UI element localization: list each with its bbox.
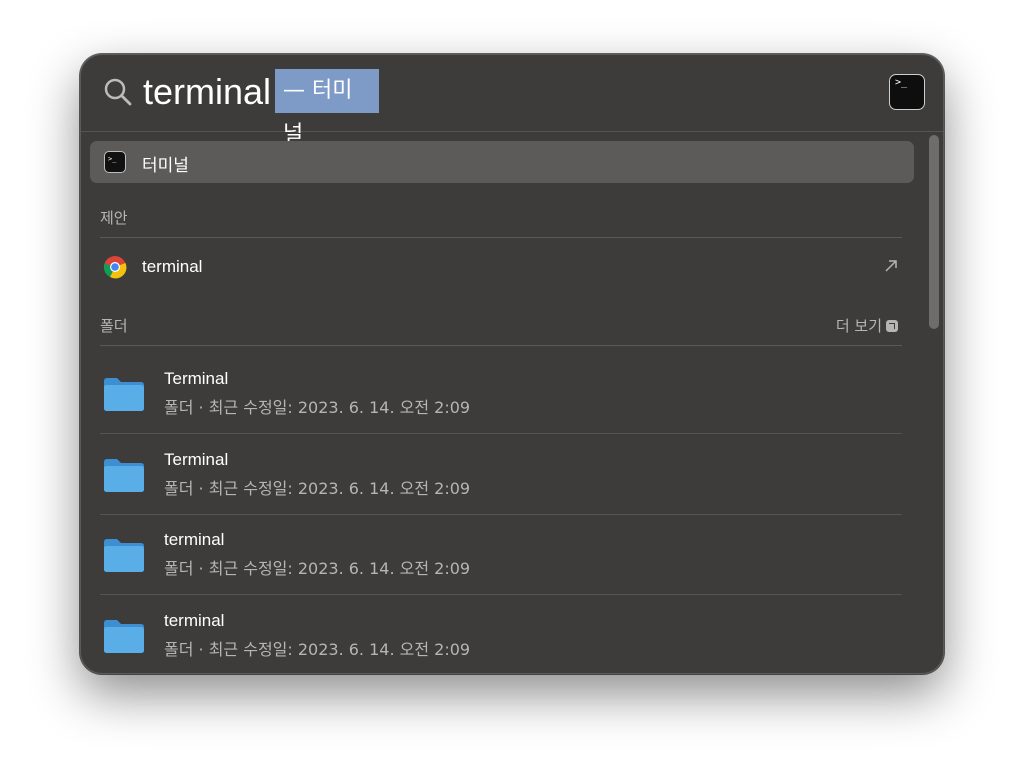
list-item[interactable]: terminal 폴더 · 최근 수정일: 2023. 6. 14. 오전 2:… xyxy=(100,595,902,673)
list-item[interactable]: Terminal 폴더 · 최근 수정일: 2023. 6. 14. 오전 2:… xyxy=(100,434,902,515)
search-icon xyxy=(104,78,132,106)
arrow-up-right-icon xyxy=(885,260,897,272)
folder-meta: 폴더 · 최근 수정일: 2023. 6. 14. 오전 2:09 xyxy=(164,640,471,659)
folders-header: 폴더 더 보기 xyxy=(100,313,902,346)
section-title-folders: 폴더 xyxy=(100,317,128,335)
terminal-icon: >_ xyxy=(104,151,126,173)
folder-name: terminal xyxy=(164,611,225,630)
suggestions-header: 제안 xyxy=(100,205,902,238)
terminal-prompt-glyph: >_ xyxy=(895,77,908,88)
suggestion-label: terminal xyxy=(142,257,203,276)
folder-icon xyxy=(104,620,144,653)
suggestion-row[interactable]: terminal xyxy=(100,247,902,289)
see-more-icon xyxy=(886,320,898,332)
chrome-icon xyxy=(103,256,127,279)
folder-icon xyxy=(104,459,144,492)
folder-name: Terminal xyxy=(164,450,229,469)
search-bar[interactable]: terminal — 터미널 >_ xyxy=(81,55,943,147)
search-completion: — 터미널 xyxy=(275,69,379,147)
folder-meta: 폴더 · 최근 수정일: 2023. 6. 14. 오전 2:09 xyxy=(164,479,471,498)
top-hit-row[interactable]: >_ 터미널 xyxy=(90,141,914,183)
top-hit-label: 터미널 xyxy=(142,156,189,176)
folder-name: Terminal xyxy=(164,369,229,388)
see-more-button[interactable]: 더 보기 xyxy=(836,315,898,336)
list-item[interactable]: terminal 폴더 · 최근 수정일: 2023. 6. 14. 오전 2:… xyxy=(100,514,902,595)
folder-meta: 폴더 · 최근 수정일: 2023. 6. 14. 오전 2:09 xyxy=(164,398,471,417)
folder-name: terminal xyxy=(164,530,225,549)
search-query[interactable]: terminal xyxy=(143,69,271,115)
scrollbar[interactable] xyxy=(929,135,939,329)
list-item[interactable]: Terminal 폴더 · 최근 수정일: 2023. 6. 14. 오전 2:… xyxy=(100,353,902,434)
spotlight-window: terminal — 터미널 >_ >_ 터미널 제안 terminal 폴더 xyxy=(80,54,944,674)
folder-icon xyxy=(104,378,144,411)
see-more-label: 더 보기 xyxy=(835,317,882,335)
folder-meta: 폴더 · 최근 수정일: 2023. 6. 14. 오전 2:09 xyxy=(164,559,471,578)
folder-icon xyxy=(104,539,144,572)
terminal-icon: >_ xyxy=(889,74,925,110)
section-title-suggestions: 제안 xyxy=(100,209,128,227)
